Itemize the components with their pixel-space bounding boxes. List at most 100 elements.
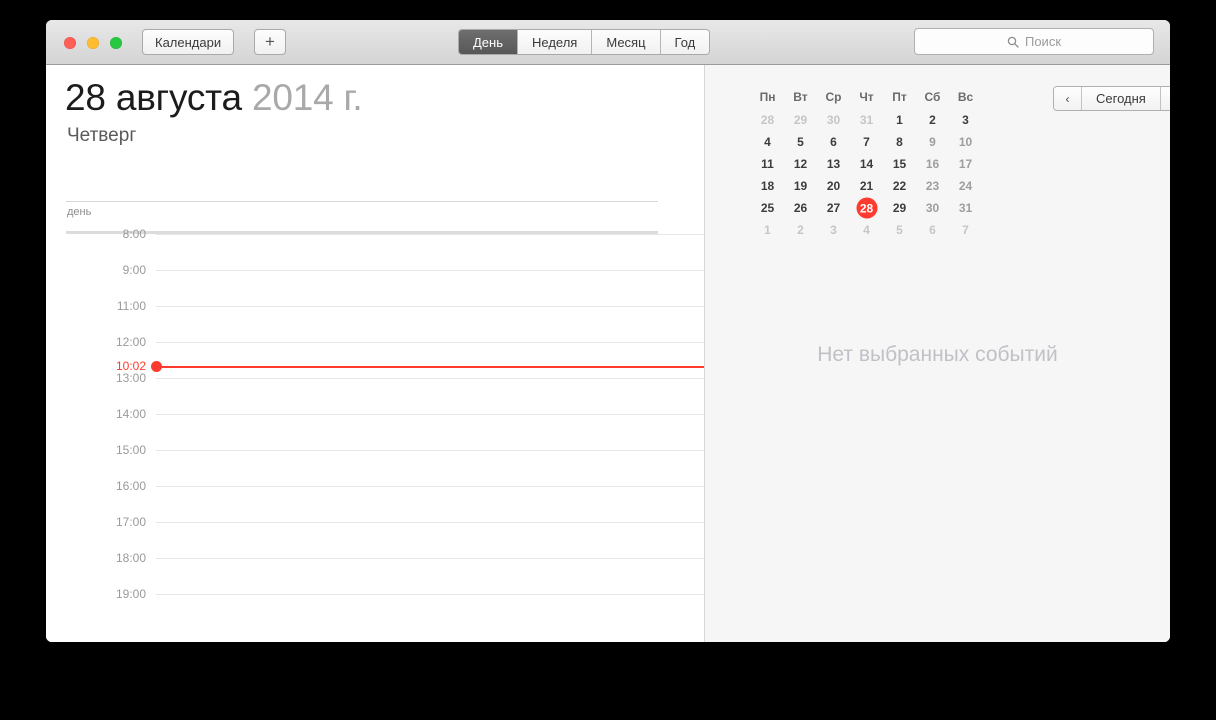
mini-calendar-day[interactable]: 10 <box>949 131 982 153</box>
close-window-button[interactable] <box>64 37 76 49</box>
hour-label: 16:00 <box>115 479 146 493</box>
mini-calendar-day[interactable]: 1 <box>883 109 916 131</box>
mini-calendar-day[interactable]: 19 <box>784 175 817 197</box>
tab-year[interactable]: Год <box>659 30 710 54</box>
mini-calendar-day[interactable]: 29 <box>784 109 817 131</box>
mini-calendar-day[interactable]: 5 <box>784 131 817 153</box>
mini-calendar-day[interactable]: 13 <box>817 153 850 175</box>
mini-calendar-day[interactable]: 28 <box>751 109 784 131</box>
weekday-label: Четверг <box>67 125 137 146</box>
add-event-button[interactable]: + <box>254 29 286 55</box>
tab-week[interactable]: Неделя <box>517 30 592 54</box>
mini-calendar-day[interactable]: 15 <box>883 153 916 175</box>
date-day-month: 28 августа <box>65 77 242 118</box>
hour-row[interactable]: 19:00 <box>46 587 704 630</box>
mini-calendar-day[interactable]: 3 <box>949 109 982 131</box>
mini-calendar-day[interactable]: 2 <box>784 219 817 241</box>
hour-label: 12:00 <box>115 335 146 349</box>
tab-year-label: Год <box>674 34 696 50</box>
mini-calendar-day[interactable]: 9 <box>916 131 949 153</box>
mini-calendar-day[interactable]: 17 <box>949 153 982 175</box>
previous-day-button[interactable]: ‹ <box>1054 87 1081 110</box>
mini-calendar-day[interactable]: 3 <box>817 219 850 241</box>
mini-calendar-week-row: 11 12 13 14 15 16 17 <box>751 153 982 175</box>
mini-calendar-day[interactable]: 14 <box>850 153 883 175</box>
mini-calendar-week-row: 4 5 6 7 8 9 10 <box>751 131 982 153</box>
page-title: 28 августа 2014 г. <box>65 77 363 119</box>
mini-calendar-day[interactable]: 4 <box>751 131 784 153</box>
mini-calendar-day[interactable]: 24 <box>949 175 982 197</box>
next-day-button[interactable]: › <box>1159 87 1170 110</box>
hour-gridline <box>156 414 704 415</box>
tab-day[interactable]: День <box>459 30 517 54</box>
search-placeholder: Поиск <box>1024 34 1062 49</box>
day-view-pane: 28 августа 2014 г. Четверг день 8:00 9:00… <box>46 65 704 642</box>
mini-calendar-day[interactable]: 7 <box>850 131 883 153</box>
mini-calendar-day[interactable]: 31 <box>949 197 982 219</box>
mini-calendar-day[interactable]: 20 <box>817 175 850 197</box>
mini-month-calendar[interactable]: Пн Вт Ср Чт Пт Сб Вс 28 29 30 31 1 2 3 4 5 6 7 8 9 10 11 12 13… <box>751 87 982 241</box>
window-toolbar: Календари + День Неделя Месяц Год Поиск <box>46 20 1170 65</box>
current-time-line <box>160 365 704 368</box>
hour-label: 18:00 <box>115 551 146 565</box>
mini-calendar-day[interactable]: 30 <box>817 109 850 131</box>
calendars-button[interactable]: Календари <box>142 29 235 55</box>
mini-calendar-day[interactable]: 18 <box>751 175 784 197</box>
allday-label: день <box>67 206 92 218</box>
mini-calendar-day[interactable]: 22 <box>883 175 916 197</box>
hour-gridline <box>156 306 704 307</box>
plus-icon: + <box>265 32 275 51</box>
tab-month[interactable]: Месяц <box>591 30 660 54</box>
minimize-window-button[interactable] <box>87 37 99 49</box>
hour-gridline <box>156 486 704 487</box>
search-icon <box>1007 36 1019 48</box>
mini-calendar-day[interactable]: 29 <box>883 197 916 219</box>
mini-calendar-day[interactable]: 12 <box>784 153 817 175</box>
mini-calendar-weekday: Пн <box>759 90 776 104</box>
date-year: 2014 г. <box>251 77 363 118</box>
chevron-left-icon: ‹ <box>1065 91 1070 106</box>
hour-label: 19:00 <box>115 587 146 601</box>
hour-label: 15:00 <box>115 443 146 457</box>
mini-calendar-day[interactable]: 30 <box>916 197 949 219</box>
mini-calendar-day[interactable]: 6 <box>916 219 949 241</box>
inspector-pane: Пн Вт Ср Чт Пт Сб Вс 28 29 30 31 1 2 3 4 5 6 7 8 9 10 11 12 13… <box>705 65 1170 642</box>
mini-calendar-day[interactable]: 8 <box>883 131 916 153</box>
mini-calendar-day[interactable]: 23 <box>916 175 949 197</box>
mini-calendar-day[interactable]: 21 <box>850 175 883 197</box>
mini-calendar-weekday: Ср <box>825 90 842 104</box>
hour-gridline <box>156 270 704 271</box>
mini-calendar-day[interactable]: 31 <box>850 109 883 131</box>
mini-calendar-week-row: 1234567 <box>751 219 982 241</box>
mini-calendar-day[interactable]: 5 <box>883 219 916 241</box>
mini-calendar-day[interactable]: 2 <box>916 109 949 131</box>
mini-calendar-day[interactable]: 6 <box>817 131 850 153</box>
mini-calendar-day[interactable]: 25 <box>751 197 784 219</box>
calendars-button-label: Календари <box>155 34 222 50</box>
mini-calendar-weekday: Вс <box>957 90 974 104</box>
hour-grid[interactable]: 8:00 9:00 11:00 12:00 13:00 14:00 15:00 16:00 17… <box>46 227 704 630</box>
hour-gridline <box>156 342 704 343</box>
mini-calendar-week-row: 18 19 20 21 22 23 24 <box>751 175 982 197</box>
date-navigation: ‹ Сегодня › <box>1053 86 1170 111</box>
hour-gridline <box>156 234 704 235</box>
hour-gridline <box>156 378 704 379</box>
mini-calendar-day[interactable]: 16 <box>916 153 949 175</box>
mini-calendar-day[interactable]: 7 <box>949 219 982 241</box>
mini-calendar-day-today[interactable]: 28 <box>850 197 883 219</box>
mini-calendar-weekday-row: Пн Вт Ср Чт Пт Сб Вс <box>751 87 982 109</box>
hour-label: 8:00 <box>122 227 146 241</box>
calendar-window: Календари + День Неделя Месяц Год Поиск … <box>46 20 1170 642</box>
view-switcher: День Неделя Месяц Год <box>458 29 711 55</box>
mini-calendar-day[interactable]: 1 <box>751 219 784 241</box>
tab-month-label: Месяц <box>606 34 646 50</box>
mini-calendar-day[interactable]: 11 <box>751 153 784 175</box>
mini-calendar-day[interactable]: 27 <box>817 197 850 219</box>
search-input[interactable]: Поиск <box>914 28 1154 55</box>
mini-calendar-day[interactable]: 4 <box>850 219 883 241</box>
today-button[interactable]: Сегодня <box>1081 87 1160 110</box>
mini-calendar-day[interactable]: 26 <box>784 197 817 219</box>
hour-label: 17:00 <box>115 515 146 529</box>
current-time-label: 10:02 <box>115 359 146 373</box>
maximize-window-button[interactable] <box>110 37 122 49</box>
